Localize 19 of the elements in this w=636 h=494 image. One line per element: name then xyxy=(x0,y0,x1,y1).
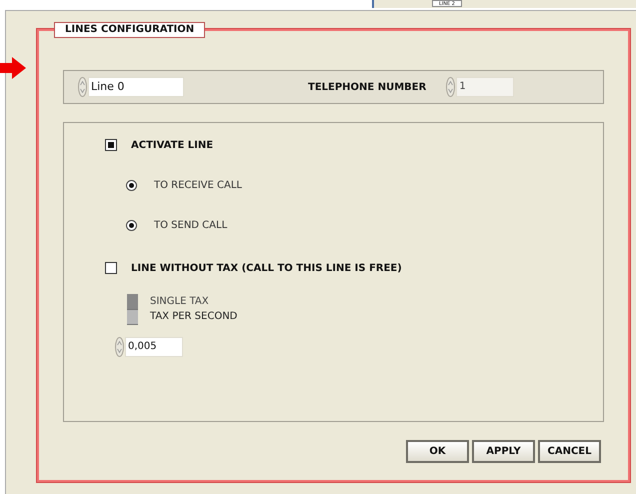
line-field[interactable]: Line 0 xyxy=(88,77,184,97)
activate-line-label: ACTIVATE LINE xyxy=(131,138,214,152)
tax-value-field[interactable]: 0,005 xyxy=(125,337,183,357)
call-mode-label: TO RECEIVE CALL xyxy=(154,178,242,192)
checkbox[interactable] xyxy=(105,262,117,274)
call-mode-label: TO SEND CALL xyxy=(154,218,228,232)
dialog-button[interactable]: OK xyxy=(406,440,469,463)
dialog-button[interactable]: APPLY xyxy=(472,440,535,463)
arrow-icon xyxy=(0,57,26,79)
line-without-tax-label: LINE WITHOUT TAX (CALL TO THIS LINE IS FREE) xyxy=(131,262,402,276)
panel-title: LINES CONFIGURATION xyxy=(54,22,206,38)
telephone-number-label: TELEPHONE NUMBER xyxy=(308,80,426,94)
checkbox[interactable] xyxy=(105,139,117,151)
radio-button[interactable] xyxy=(126,180,137,190)
radio-button[interactable] xyxy=(126,220,137,230)
tax-mode-label: TAX PER SECOND xyxy=(150,310,238,324)
tax-mode-label: SINGLE TAX xyxy=(150,295,210,309)
dialog-button[interactable]: CANCEL xyxy=(538,440,601,463)
telephone-number-field[interactable]: 1 xyxy=(456,77,514,97)
